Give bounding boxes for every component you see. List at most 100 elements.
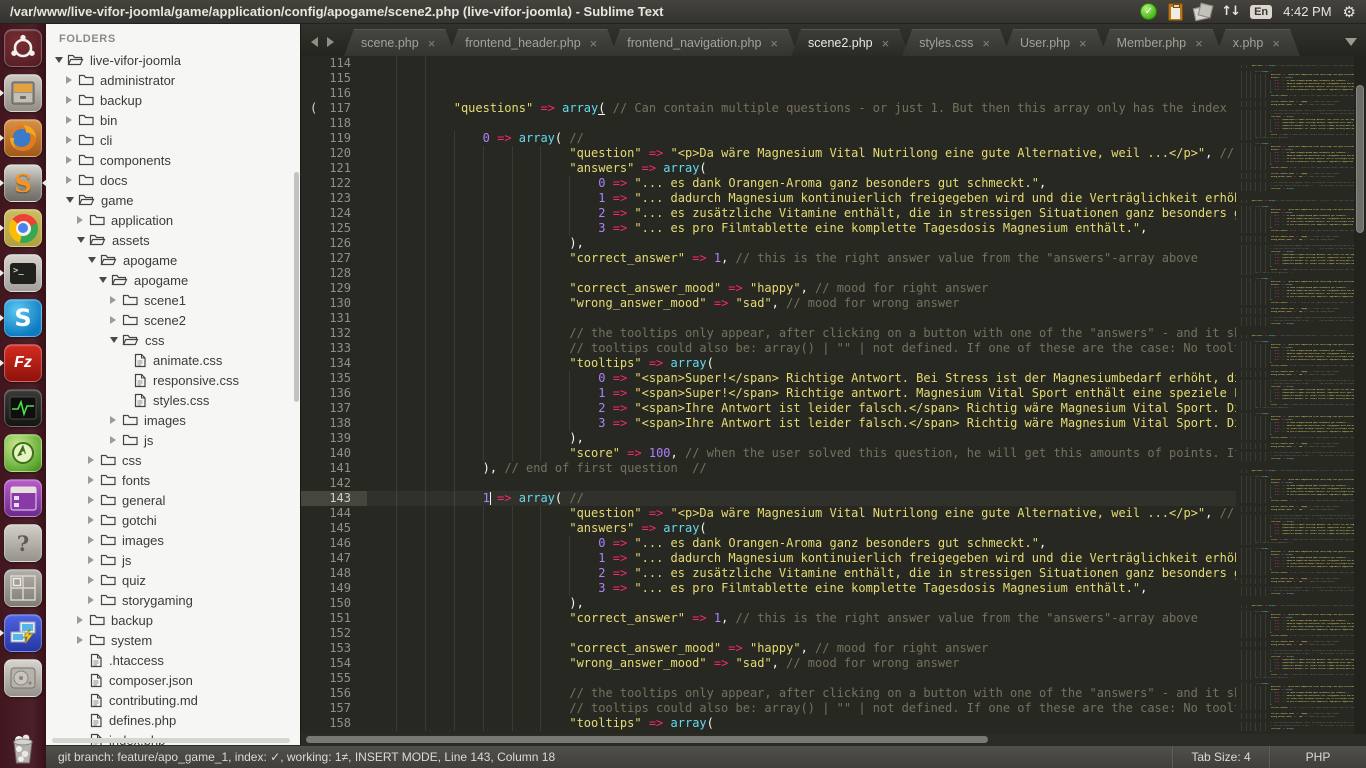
tab-close-icon[interactable]: × [1195, 37, 1203, 50]
collapsed-arrow-icon[interactable] [66, 156, 72, 164]
tree-item-js[interactable]: js [46, 430, 300, 450]
code-line-146[interactable]: 146 0 => "... es dank Orangen-Aroma ganz… [301, 536, 1236, 551]
tree-item-game[interactable]: game [46, 190, 300, 210]
launcher-remote-desktop[interactable] [0, 613, 46, 653]
tree-item-application[interactable]: application [46, 210, 300, 230]
launcher-file-manager[interactable] [0, 73, 46, 113]
tree-item-backup[interactable]: backup [46, 610, 300, 630]
syntax-selector[interactable]: PHP [1269, 746, 1366, 768]
tab-User.php[interactable]: User.php× [1003, 29, 1107, 56]
tree-item-fonts[interactable]: fonts [46, 470, 300, 490]
tree-item-css[interactable]: css [46, 330, 300, 350]
collapsed-arrow-icon[interactable] [77, 616, 83, 624]
collapsed-arrow-icon[interactable] [110, 416, 116, 424]
tree-item-defines.php[interactable]: defines.php [46, 710, 300, 730]
collapsed-arrow-icon[interactable] [88, 556, 94, 564]
tree-item-bin[interactable]: bin [46, 110, 300, 130]
code-line-124[interactable]: 124 2 => "... es zusätzliche Vitamine en… [301, 206, 1236, 221]
tree-item-backup[interactable]: backup [46, 90, 300, 110]
session-gear-icon[interactable]: ⚙ [1343, 3, 1356, 21]
code-line-126[interactable]: 126 ), [301, 236, 1236, 251]
code-line-132[interactable]: 132 // the tooltips only appear, after c… [301, 326, 1236, 341]
code-line-138[interactable]: 138 3 => "<span>Ihre Antwort ist leider … [301, 416, 1236, 431]
clock[interactable]: 4:42 PM [1283, 4, 1331, 19]
tree-item-apogame[interactable]: apogame [46, 270, 300, 290]
tree-item-images[interactable]: images [46, 410, 300, 430]
collapsed-arrow-icon[interactable] [110, 296, 116, 304]
tab-nav-forward-icon[interactable] [327, 37, 334, 47]
collapsed-arrow-icon[interactable] [88, 456, 94, 464]
code-line-143[interactable]: 143 1 => array( // [301, 491, 1236, 506]
code-line-129[interactable]: 129 "correct_answer_mood" => "happy", //… [301, 281, 1236, 296]
tab-frontend_navigation.php[interactable]: frontend_navigation.php× [610, 29, 798, 56]
skype-status-icon[interactable]: ✓ [1140, 3, 1157, 20]
code-line-151[interactable]: 151 "correct_answer" => 1, // this is th… [301, 611, 1236, 626]
code-line-144[interactable]: 144 "question" => "<p>Da wäre Magnesium … [301, 506, 1236, 521]
launcher-android-studio[interactable] [0, 433, 46, 473]
expanded-arrow-icon[interactable] [99, 277, 107, 283]
launcher-chromium[interactable] [0, 208, 46, 248]
tab-Member.php[interactable]: Member.php× [1100, 29, 1223, 56]
code-line-152[interactable]: 152 [301, 626, 1236, 641]
collapsed-arrow-icon[interactable] [66, 96, 72, 104]
tree-item-general[interactable]: general [46, 490, 300, 510]
tree-item-assets[interactable]: assets [46, 230, 300, 250]
code-line-149[interactable]: 149 3 => "... es pro Filmtablette eine k… [301, 581, 1236, 596]
tab-scene2.php[interactable]: scene2.php× [791, 29, 909, 56]
collapsed-arrow-icon[interactable] [88, 536, 94, 544]
tab-nav-back-icon[interactable] [311, 37, 318, 47]
expanded-arrow-icon[interactable] [55, 57, 63, 63]
tree-item-scene2[interactable]: scene2 [46, 310, 300, 330]
vertical-scrollbar[interactable] [1354, 56, 1366, 734]
tree-item-system[interactable]: system [46, 630, 300, 650]
code-area[interactable]: 114 115 116 117 "questions" => array( //… [301, 56, 1236, 734]
code-line-125[interactable]: 125 3 => "... es pro Filmtablette eine k… [301, 221, 1236, 236]
tab-close-icon[interactable]: × [1272, 37, 1280, 50]
tab-x.php[interactable]: x.php× [1216, 29, 1300, 56]
code-line-142[interactable]: 142 [301, 476, 1236, 491]
code-line-148[interactable]: 148 2 => "... es zusätzliche Vitamine en… [301, 566, 1236, 581]
tab-close-icon[interactable]: × [982, 37, 990, 50]
tree-item-quiz[interactable]: quiz [46, 570, 300, 590]
code-line-123[interactable]: 123 1 => "... dadurch Magnesium kontinui… [301, 191, 1236, 206]
code-line-157[interactable]: 157 // tooltips could also be: array() |… [301, 701, 1236, 716]
code-line-114[interactable]: 114 [301, 56, 1236, 71]
code-line-119[interactable]: 119 0 => array( // [301, 131, 1236, 146]
expanded-arrow-icon[interactable] [110, 337, 118, 343]
tree-item-js[interactable]: js [46, 550, 300, 570]
tree-item-animate.css[interactable]: animate.css [46, 350, 300, 370]
collapsed-arrow-icon[interactable] [66, 136, 72, 144]
code-line-155[interactable]: 155 [301, 671, 1236, 686]
code-line-118[interactable]: 118 [301, 116, 1236, 131]
tab-close-icon[interactable]: × [882, 37, 890, 50]
tree-item-storygaming[interactable]: storygaming [46, 590, 300, 610]
code-line-150[interactable]: 150 ), [301, 596, 1236, 611]
tree-item-.htaccess[interactable]: .htaccess [46, 650, 300, 670]
tree-item-responsive.css[interactable]: responsive.css [46, 370, 300, 390]
code-line-116[interactable]: 116 [301, 86, 1236, 101]
tree-item-apogame[interactable]: apogame [46, 250, 300, 270]
tab-styles.css[interactable]: styles.css× [902, 29, 1010, 56]
code-line-115[interactable]: 115 [301, 71, 1236, 86]
tab-scene.php[interactable]: scene.php× [344, 29, 455, 56]
tree-item-live-vifor-joomla[interactable]: live-vifor-joomla [46, 50, 300, 70]
tab-close-icon[interactable]: × [770, 37, 778, 50]
tree-item-components[interactable]: components [46, 150, 300, 170]
sync-arrows-icon[interactable]: ↑↓ [1221, 4, 1239, 19]
code-line-135[interactable]: 135 0 => "<span>Super!</span> Richtige A… [301, 371, 1236, 386]
tab-overflow-dropdown-icon[interactable] [1345, 38, 1357, 46]
launcher-workspace-switcher[interactable] [0, 568, 46, 608]
launcher-terminal[interactable]: >_ [0, 253, 46, 293]
code-line-128[interactable]: 128 [301, 266, 1236, 281]
code-line-140[interactable]: 140 "score" => 100, // when the user sol… [301, 446, 1236, 461]
tree-item-administrator[interactable]: administrator [46, 70, 300, 90]
launcher-ubuntu-dash[interactable] [0, 28, 46, 68]
code-line-154[interactable]: 154 "wrong_answer_mood" => "sad", // moo… [301, 656, 1236, 671]
code-line-153[interactable]: 153 "correct_answer_mood" => "happy", //… [301, 641, 1236, 656]
code-line-134[interactable]: 134 "tooltips" => array( [301, 356, 1236, 371]
expanded-arrow-icon[interactable] [88, 257, 96, 263]
tab-close-icon[interactable]: × [1079, 37, 1087, 50]
code-line-122[interactable]: 122 0 => "... es dank Orangen-Aroma ganz… [301, 176, 1236, 191]
launcher-sublime-text[interactable]: S [0, 163, 46, 203]
code-line-147[interactable]: 147 1 => "... dadurch Magnesium kontinui… [301, 551, 1236, 566]
